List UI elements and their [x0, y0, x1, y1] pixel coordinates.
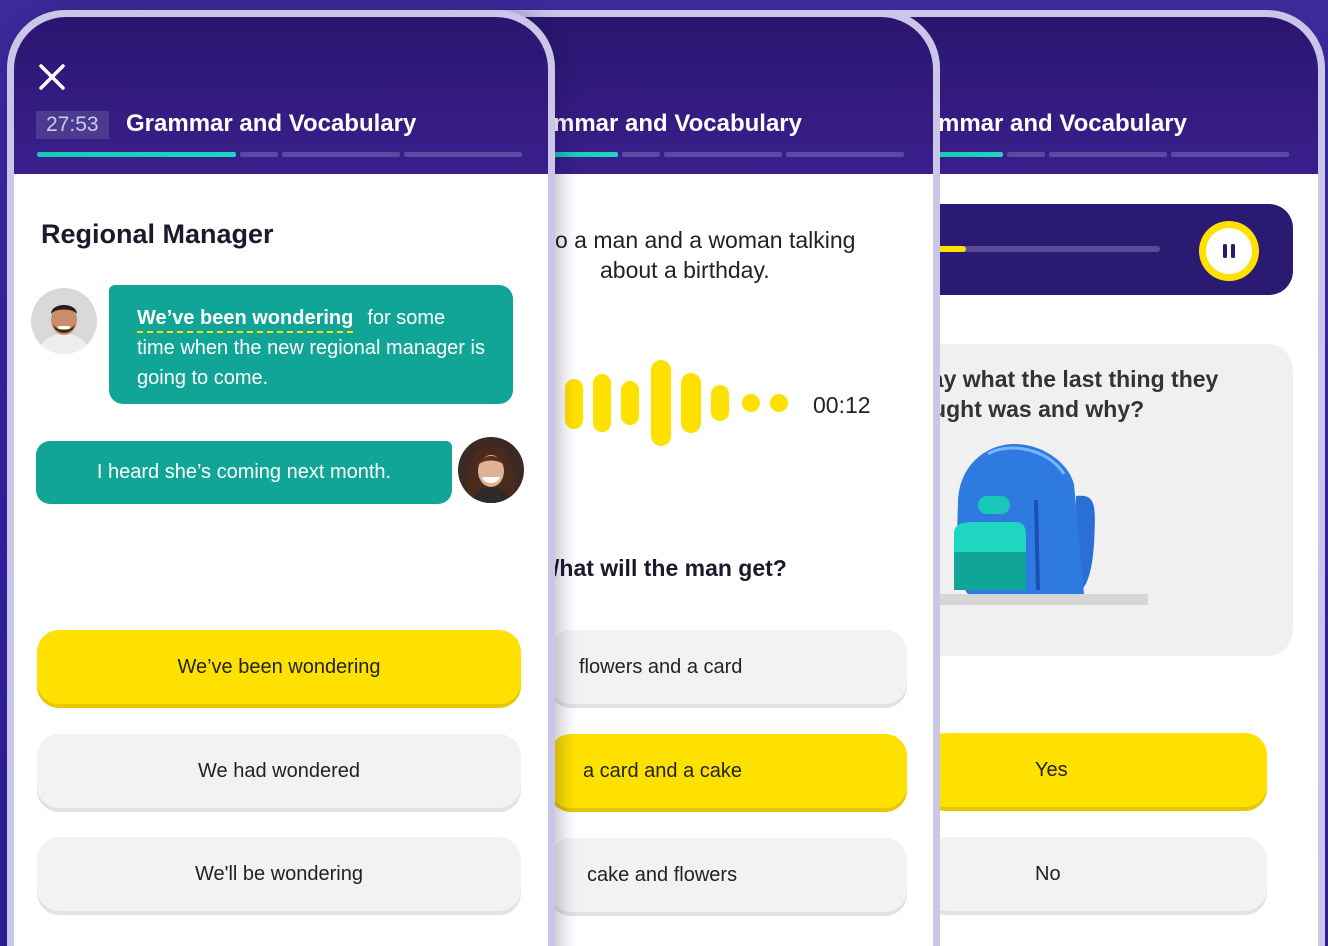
progress-segment	[1171, 152, 1289, 157]
answer-option-selected[interactable]: We’ve been wondering	[37, 630, 521, 704]
avatar-man	[31, 288, 97, 354]
answer-option[interactable]: flowers and a card	[549, 630, 907, 704]
question-line: ought was and why?	[918, 396, 1145, 422]
audio-player	[918, 204, 1293, 295]
countdown-timer: 27:53	[36, 111, 109, 139]
answer-option[interactable]: cake and flowers	[549, 838, 907, 912]
phone-screen-dialogue: 27:53 Grammar and Vocabulary Regional Ma…	[7, 10, 555, 946]
progress-segment	[622, 152, 660, 157]
question-text: say what the last thing they ought was a…	[918, 364, 1218, 424]
message-text: time when the new regional manager is go…	[137, 337, 485, 389]
backpack-illustration	[918, 444, 1148, 605]
prompt-card: say what the last thing they ought was a…	[918, 344, 1293, 656]
dialogue-title: Regional Manager	[41, 219, 274, 249]
progress-segment	[786, 152, 904, 157]
pause-icon	[1223, 244, 1235, 258]
progress-segment	[1007, 152, 1045, 157]
answer-option-selected[interactable]: a card and a cake	[549, 734, 907, 808]
progress-segment	[240, 152, 278, 157]
progress-filled	[553, 152, 618, 157]
progress-bar	[553, 152, 904, 157]
test-header: 27:53 Grammar and Vocabulary	[14, 17, 548, 174]
avatar-woman	[458, 437, 524, 503]
message-bubble-received: We’ve been wondering for some time when t…	[109, 285, 513, 404]
audio-track[interactable]	[918, 246, 1160, 252]
audio-waveform[interactable]	[539, 357, 933, 447]
pause-button-face	[1206, 228, 1252, 274]
progress-segment	[1049, 152, 1167, 157]
question-text: /hat will the man get?	[553, 555, 787, 581]
progress-filled	[37, 152, 236, 157]
message-text: for some	[367, 307, 446, 329]
answer-option[interactable]: No	[924, 837, 1267, 911]
close-icon[interactable]	[36, 61, 68, 93]
section-title: Grammar and Vocabulary	[126, 110, 417, 137]
answer-option-selected[interactable]: Yes	[924, 733, 1267, 807]
progress-segment	[664, 152, 782, 157]
answer-option[interactable]: We had wondered	[37, 734, 521, 808]
progress-bar	[37, 152, 522, 157]
message-bubble-sent: I heard she’s coming next month.	[36, 441, 452, 504]
question-line: say what the last thing they	[918, 366, 1219, 392]
screen-body: 27:53 Grammar and Vocabulary Regional Ma…	[14, 17, 548, 946]
section-title: mmar and Vocabulary	[938, 110, 1187, 137]
audio-duration: 00:12	[813, 392, 871, 418]
progress-segment	[282, 152, 400, 157]
highlighted-answer: We’ve been wondering	[137, 307, 354, 333]
answer-option[interactable]: We'll be wondering	[37, 837, 521, 911]
section-title: mmar and Vocabulary	[553, 110, 802, 137]
progress-segment	[404, 152, 522, 157]
progress-filled	[938, 152, 1003, 157]
progress-bar	[938, 152, 1289, 157]
pause-button[interactable]	[1199, 221, 1259, 281]
